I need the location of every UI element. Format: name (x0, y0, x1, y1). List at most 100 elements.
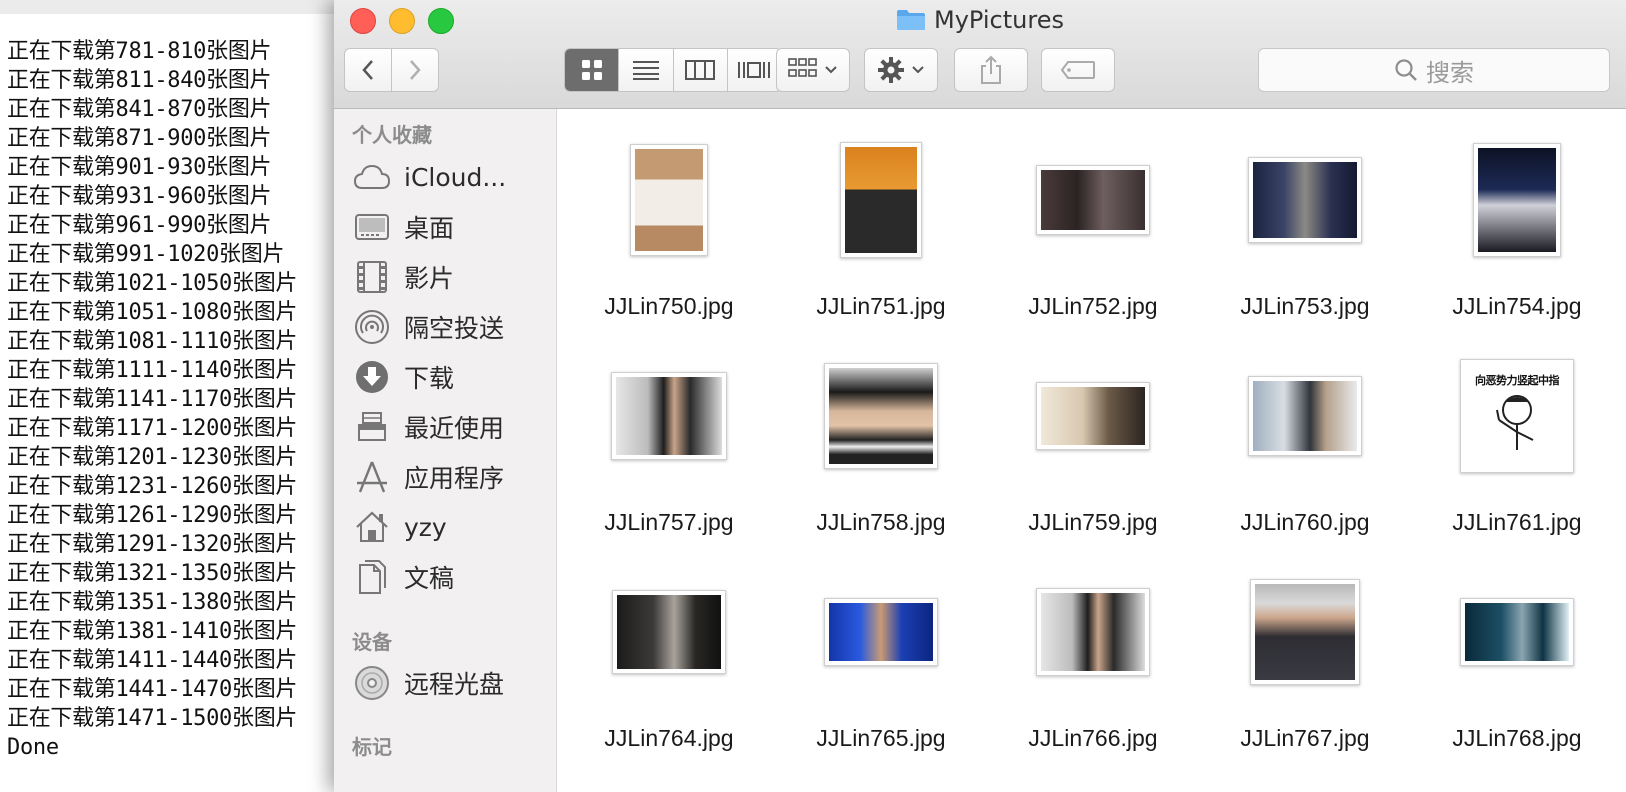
chevron-right-icon (410, 60, 421, 80)
thumbnail-slot (1199, 341, 1411, 491)
action-button[interactable] (864, 48, 938, 92)
terminal-titlebar (0, 0, 340, 14)
search-field[interactable]: 搜索 (1258, 48, 1610, 92)
gallery-icon (738, 62, 771, 78)
airdrop-icon (352, 307, 392, 347)
terminal-line: 正在下载第1111-1140张图片 (7, 358, 298, 383)
photo (1465, 603, 1569, 661)
terminal-line: 正在下载第1141-1170张图片 (7, 387, 298, 412)
chevron-left-icon (362, 60, 373, 80)
sidebar-item-downloads[interactable]: 下载 (352, 355, 552, 399)
image-thumbnail (1250, 579, 1360, 685)
file-item[interactable]: JJLin766.jpg (987, 557, 1199, 773)
sidebar: 个人收藏 iCloud... 桌面 影片 隔空投送 下载 最近使用 应用程序 y… (334, 109, 557, 792)
terminal-line: 正在下载第1321-1350张图片 (7, 561, 298, 586)
image-thumbnail (1248, 157, 1362, 243)
terminal-line: 正在下载第1201-1230张图片 (7, 445, 298, 470)
file-item[interactable]: JJLin752.jpg (987, 125, 1199, 341)
columns-icon (685, 60, 716, 80)
file-name: JJLin764.jpg (604, 725, 734, 751)
window-title: MyPictures (334, 6, 1626, 34)
file-name: JJLin751.jpg (816, 293, 946, 319)
file-grid: JJLin750.jpg JJLin751.jpg JJLin752.jpg J… (557, 109, 1626, 792)
photo (1255, 584, 1355, 680)
file-item[interactable]: JJLin751.jpg (775, 125, 987, 341)
image-thumbnail (611, 372, 727, 460)
image-thumbnail (1248, 376, 1362, 456)
sidebar-item-home[interactable]: yzy (352, 505, 552, 549)
file-item[interactable]: JJLin759.jpg (987, 341, 1199, 557)
documents-icon (352, 557, 392, 597)
sidebar-item-label: 桌面 (404, 214, 455, 243)
sidebar-item-recents[interactable]: 最近使用 (352, 405, 552, 449)
file-item[interactable]: JJLin753.jpg (1199, 125, 1411, 341)
file-item[interactable]: JJLin767.jpg (1199, 557, 1411, 773)
file-item[interactable]: JJLin765.jpg (775, 557, 987, 773)
view-mode-control (564, 48, 782, 92)
window-title-text: MyPictures (934, 6, 1064, 34)
thumbnail-slot (563, 341, 775, 491)
icon-view-button[interactable] (565, 49, 619, 91)
file-name: JJLin768.jpg (1452, 725, 1582, 751)
file-item[interactable]: JJLin757.jpg (563, 341, 775, 557)
file-item[interactable]: JJLin754.jpg (1411, 125, 1623, 341)
thumbnail-slot (1199, 125, 1411, 275)
tag-button[interactable] (1041, 48, 1115, 92)
thumbnail-slot (1199, 557, 1411, 707)
back-button[interactable] (344, 48, 392, 92)
tags-header: 标记 (352, 735, 392, 759)
download-icon (352, 357, 392, 397)
photo (635, 149, 703, 251)
arrange-button[interactable] (776, 48, 850, 92)
terminal-line: 正在下载第1291-1320张图片 (7, 532, 298, 557)
sidebar-item-movies[interactable]: 影片 (352, 255, 552, 299)
file-name: JJLin750.jpg (604, 293, 734, 319)
folder-icon (897, 10, 926, 30)
sidebar-item-label: 下载 (404, 364, 455, 393)
sidebar-item-applications[interactable]: 应用程序 (352, 455, 552, 499)
terminal-line: 正在下载第1081-1110张图片 (7, 329, 298, 354)
terminal-line: Done (7, 735, 59, 760)
image-thumbnail (840, 142, 922, 258)
image-thumbnail (1036, 588, 1150, 676)
file-item[interactable]: JJLin764.jpg (563, 557, 775, 773)
sidebar-item-remote-disc[interactable]: 远程光盘 (352, 661, 552, 705)
file-item[interactable]: JJLin768.jpg (1411, 557, 1623, 773)
sidebar-item-icloud[interactable]: iCloud... (352, 155, 552, 199)
chevron-down-icon (825, 66, 837, 74)
file-name: JJLin754.jpg (1452, 293, 1582, 319)
photo (1041, 170, 1145, 230)
terminal-window: 正在下载第781-810张图片 正在下载第811-840张图片 正在下载第841… (0, 0, 340, 792)
file-item[interactable]: JJLin760.jpg (1199, 341, 1411, 557)
column-view-button[interactable] (672, 49, 727, 91)
thumbnail-slot (1411, 125, 1623, 275)
terminal-line: 正在下载第1261-1290张图片 (7, 503, 298, 528)
sidebar-item-label: 影片 (404, 264, 455, 293)
file-item[interactable]: JJLin758.jpg (775, 341, 987, 557)
image-thumbnail (824, 598, 938, 666)
terminal-line: 正在下载第1021-1050张图片 (7, 271, 298, 296)
image-thumbnail (824, 363, 938, 469)
photo (1478, 148, 1556, 252)
forward-button[interactable] (391, 48, 439, 92)
share-button[interactable] (954, 48, 1028, 92)
thumbnail-slot (775, 341, 987, 491)
tag-icon (1060, 61, 1095, 79)
sidebar-item-desktop[interactable]: 桌面 (352, 205, 552, 249)
thumbnail-slot (987, 557, 1199, 707)
photo (1041, 593, 1145, 671)
file-item[interactable]: 向恶势力竖起中指 JJLin761.jpg (1411, 341, 1623, 557)
favorites-header: 个人收藏 (352, 123, 432, 147)
desktop-icon (352, 207, 392, 247)
file-name: JJLin761.jpg (1452, 509, 1582, 535)
devices-header: 设备 (352, 630, 392, 654)
sidebar-item-documents[interactable]: 文稿 (352, 555, 552, 599)
image-thumbnail (1460, 598, 1574, 666)
coverflow-view-button[interactable] (726, 49, 781, 91)
file-item[interactable]: JJLin750.jpg (563, 125, 775, 341)
chevron-down-icon (912, 66, 924, 74)
list-view-button[interactable] (618, 49, 672, 91)
sidebar-item-airdrop[interactable]: 隔空投送 (352, 305, 552, 349)
image-thumbnail (1473, 143, 1561, 257)
cloud-icon (352, 157, 392, 197)
